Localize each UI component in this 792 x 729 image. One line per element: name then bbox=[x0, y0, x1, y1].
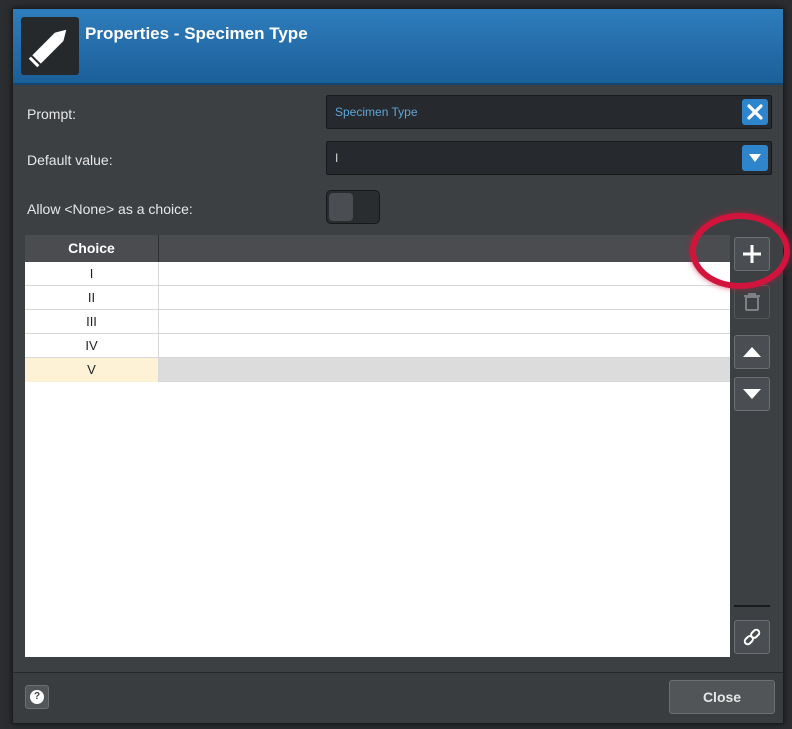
table-row-selected[interactable]: V bbox=[25, 358, 730, 382]
default-value-dropdown-button[interactable] bbox=[742, 145, 768, 171]
title-bar: Properties - Specimen Type bbox=[13, 9, 783, 85]
choice-cell[interactable]: IV bbox=[25, 334, 159, 358]
default-value-label: Default value: bbox=[27, 152, 113, 168]
dialog-title: Properties - Specimen Type bbox=[85, 24, 308, 43]
allow-none-toggle-knob bbox=[329, 193, 353, 221]
prompt-input-value: Specimen Type bbox=[335, 105, 418, 119]
choice-cell[interactable]: I bbox=[25, 262, 159, 286]
default-value-selected: I bbox=[335, 151, 339, 165]
help-icon: ? bbox=[30, 690, 44, 704]
help-button[interactable]: ? bbox=[25, 685, 49, 709]
prompt-clear-button[interactable] bbox=[742, 99, 768, 125]
close-button[interactable]: Close bbox=[669, 680, 775, 714]
table-header: Choice bbox=[25, 235, 730, 262]
triangle-up-icon bbox=[743, 347, 761, 357]
choice-column-header[interactable]: Choice bbox=[25, 235, 159, 262]
move-down-button[interactable] bbox=[734, 377, 770, 411]
delete-choice-button[interactable] bbox=[734, 285, 770, 319]
pencil-icon bbox=[21, 17, 79, 75]
table-row[interactable]: I bbox=[25, 262, 730, 286]
prompt-input[interactable]: Specimen Type bbox=[326, 95, 772, 129]
properties-dialog: Properties - Specimen Type Prompt: Speci… bbox=[12, 8, 784, 724]
choice-cell[interactable]: II bbox=[25, 286, 159, 310]
chevron-down-icon bbox=[749, 154, 761, 162]
trash-icon bbox=[744, 293, 760, 311]
choice-cell[interactable]: III bbox=[25, 310, 159, 334]
triangle-down-icon bbox=[743, 389, 761, 399]
default-value-select[interactable]: I bbox=[326, 141, 772, 175]
table-row[interactable]: III bbox=[25, 310, 730, 334]
highlight-annotation-circle bbox=[690, 213, 790, 289]
dialog-footer: ? Close bbox=[13, 672, 783, 723]
choices-table: Choice I II III IV V bbox=[25, 235, 730, 657]
table-row[interactable]: IV bbox=[25, 334, 730, 358]
toolbar-divider bbox=[734, 605, 770, 607]
table-row[interactable]: II bbox=[25, 286, 730, 310]
allow-none-toggle[interactable] bbox=[326, 190, 380, 224]
move-up-button[interactable] bbox=[734, 335, 770, 369]
allow-none-label: Allow <None> as a choice: bbox=[27, 201, 193, 217]
link-icon bbox=[743, 628, 761, 646]
prompt-label: Prompt: bbox=[27, 106, 77, 122]
link-button[interactable] bbox=[734, 620, 770, 654]
choice-cell[interactable]: V bbox=[25, 358, 159, 382]
close-icon bbox=[747, 104, 763, 120]
